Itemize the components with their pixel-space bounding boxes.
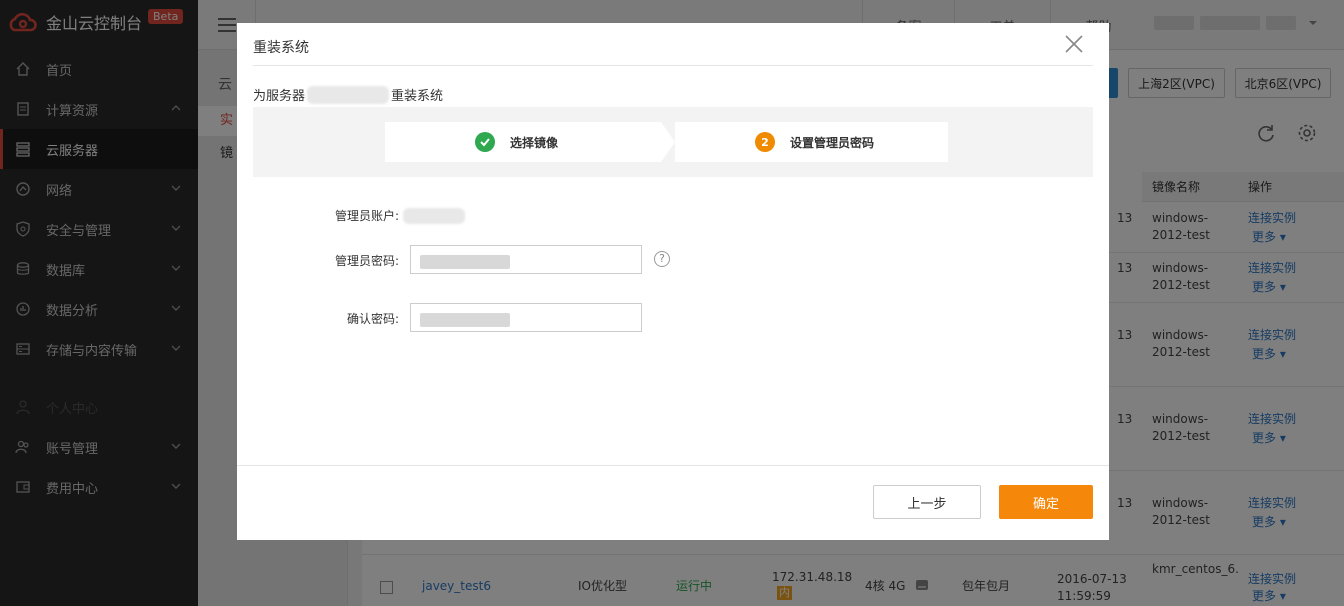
step-label: 设置管理员密码 [790, 135, 875, 150]
password-mask [420, 255, 510, 269]
server-name-redacted [307, 85, 390, 104]
admin-account-value-redacted [403, 208, 465, 224]
confirm-password-label: 确认密码: [346, 312, 399, 326]
step-number-badge: 2 [755, 132, 775, 152]
step-set-password: 2 设置管理员密码 [675, 122, 948, 162]
step-indicator: 选择镜像 2 设置管理员密码 [253, 107, 1093, 177]
reinstall-description: 为服务器 重装系统 [253, 85, 443, 104]
admin-password-label: 管理员密码: [334, 254, 399, 268]
close-icon[interactable] [1063, 33, 1085, 55]
previous-step-button[interactable]: 上一步 [873, 485, 981, 519]
admin-account-label: 管理员账户: [334, 209, 399, 223]
reinstall-suffix: 重装系统 [391, 89, 444, 104]
check-circle-icon [475, 132, 495, 152]
help-question-icon[interactable]: ? [654, 251, 670, 267]
step-label: 选择镜像 [510, 135, 559, 150]
dialog-title: 重装系统 [253, 40, 309, 56]
reinstall-prefix: 为服务器 [253, 89, 306, 104]
step-select-image: 选择镜像 [385, 122, 661, 162]
password-mask [420, 313, 510, 327]
reinstall-system-dialog: 重装系统 为服务器 重装系统 选择镜像 2 设置管理员密码 管理员账户: 管理员… [237, 23, 1109, 540]
confirm-button[interactable]: 确定 [999, 485, 1093, 519]
